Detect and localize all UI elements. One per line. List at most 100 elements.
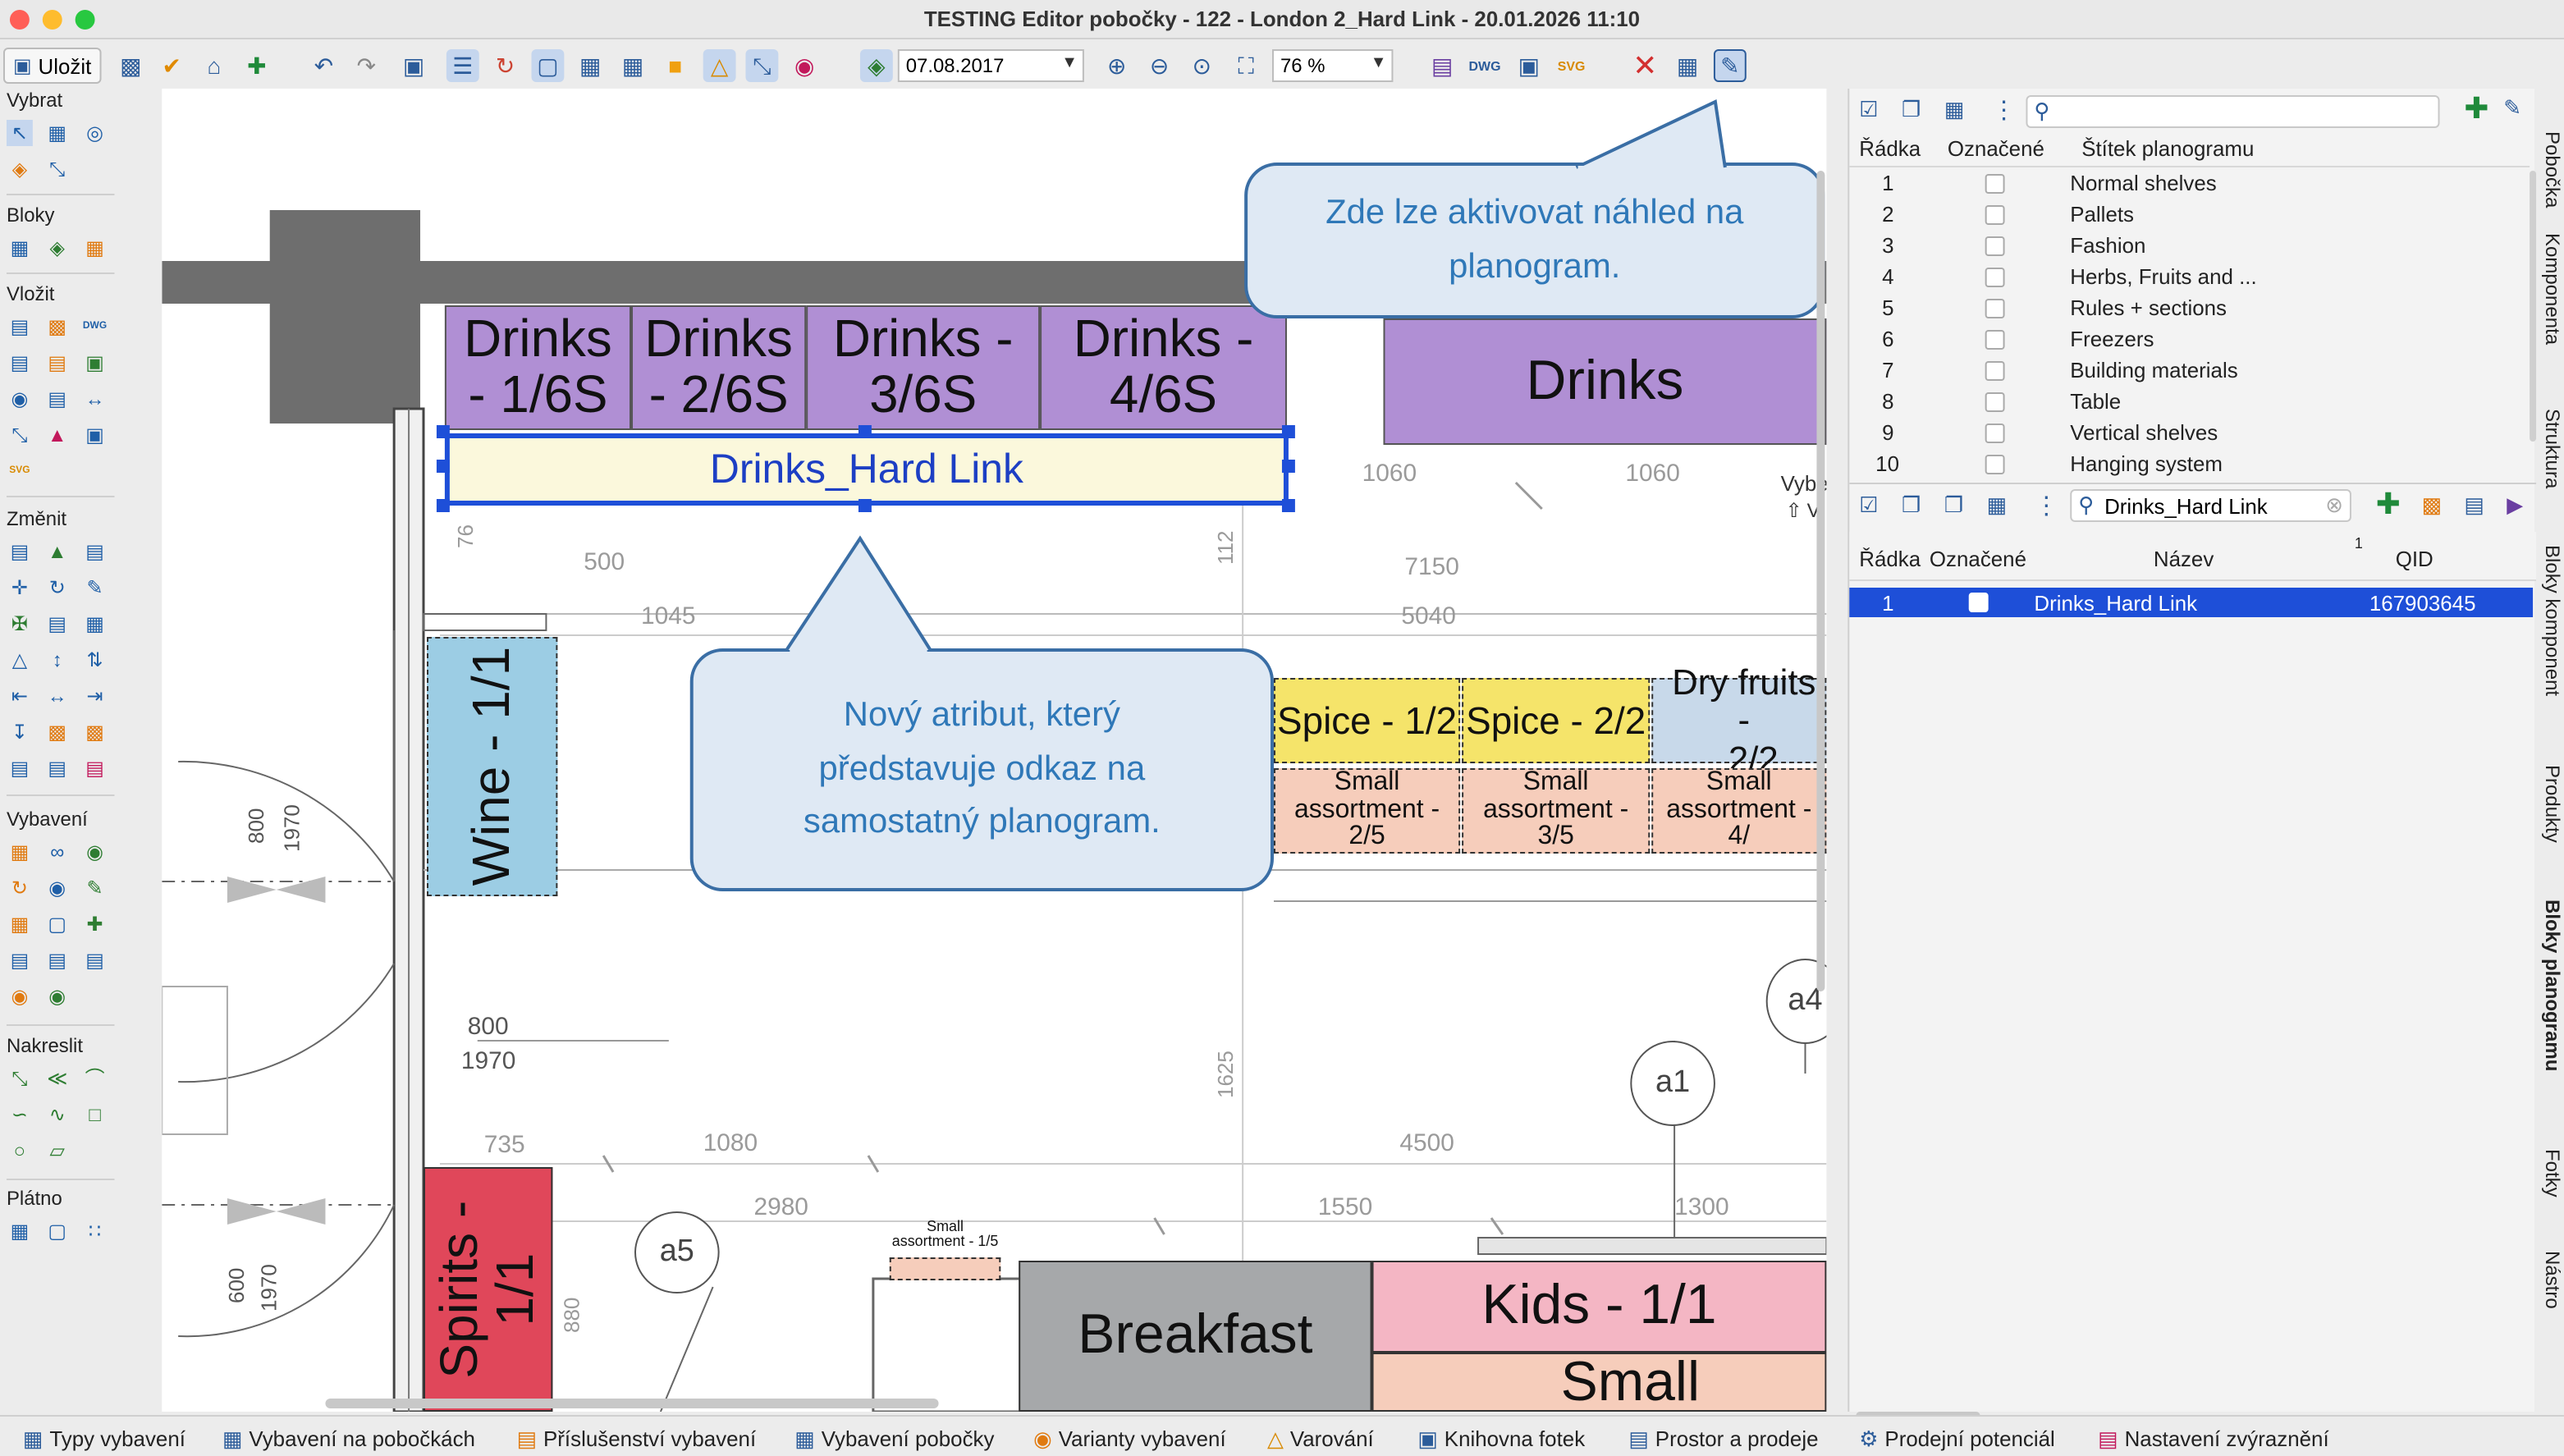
- block-layers-icon[interactable]: ◈: [44, 235, 71, 261]
- undo-icon[interactable]: ↶: [308, 49, 341, 82]
- align-icon[interactable]: ▤: [44, 611, 71, 637]
- zoom-out-icon[interactable]: ⊖: [1143, 49, 1176, 82]
- resize-handle[interactable]: [436, 499, 450, 512]
- table-row[interactable]: 3 Fashion: [1849, 230, 2520, 261]
- order-icon[interactable]: ▤: [7, 755, 33, 781]
- select-area-icon[interactable]: ▦: [1671, 49, 1704, 82]
- small-assortment-block-3[interactable]: Small assortment - 3/5: [1462, 768, 1651, 854]
- modify-copy-icon[interactable]: ▤: [7, 538, 33, 565]
- select-arrow-icon[interactable]: ↖: [6, 120, 33, 146]
- select-target-icon[interactable]: ◎: [82, 120, 108, 146]
- block-icon[interactable]: ▦: [7, 235, 33, 261]
- tab-equipment-variants[interactable]: ◉ Varianty vybavení: [1033, 1426, 1226, 1453]
- spice-block-2[interactable]: Spice - 2/2: [1462, 678, 1651, 763]
- insert-camera-icon[interactable]: ◉: [7, 386, 33, 412]
- row-checkbox[interactable]: [1968, 593, 1989, 612]
- insert-dimension-icon[interactable]: ↔: [82, 386, 108, 412]
- chart-icon[interactable]: ▤: [1426, 49, 1458, 82]
- duplicate-icon[interactable]: ❐: [1944, 492, 1963, 519]
- drinks-block-big[interactable]: Drinks: [1383, 318, 1827, 445]
- dry-fruits-block[interactable]: Dry fruits - 2/2: [1651, 664, 1827, 777]
- draw-arc-icon[interactable]: ⌒: [82, 1065, 108, 1092]
- tab-structure[interactable]: Struktura: [2541, 409, 2564, 488]
- insert-dwg-icon[interactable]: DWG: [82, 314, 108, 340]
- equipment-copy-icon[interactable]: ▤: [44, 947, 71, 973]
- draw-curve-icon[interactable]: ∽: [7, 1101, 33, 1128]
- equipment-people-icon[interactable]: ◉: [7, 983, 33, 1010]
- branch-home-icon[interactable]: ⌂: [198, 49, 231, 82]
- open-block-icon[interactable]: ▶: [2507, 492, 2523, 519]
- fill-icon[interactable]: ■: [659, 49, 692, 82]
- column-marker-a5[interactable]: a5: [634, 1211, 720, 1293]
- rotate-icon[interactable]: ↻: [489, 49, 522, 82]
- svg-export-icon[interactable]: SVG: [1555, 49, 1588, 82]
- table-row[interactable]: 4 Herbs, Fruits and ...: [1849, 261, 2520, 292]
- tab-branch-equipment[interactable]: ▦ Vybavení na pobočkách: [222, 1426, 475, 1453]
- table-row[interactable]: 1 Normal shelves: [1849, 167, 2520, 199]
- tab-branch[interactable]: Pobočka: [2541, 131, 2564, 208]
- insert-svg-icon[interactable]: SVG: [7, 458, 33, 484]
- column-header[interactable]: Označené: [1930, 547, 2026, 571]
- table-row[interactable]: 5 Rules + sections: [1849, 292, 2520, 323]
- tab-component[interactable]: Komponenta: [2541, 233, 2564, 345]
- spirits-block[interactable]: Spirits - 1/1: [424, 1167, 553, 1412]
- order-back-icon[interactable]: ▤: [44, 755, 71, 781]
- row-checkbox[interactable]: [1985, 330, 2005, 350]
- modify-paint-icon[interactable]: ▲: [44, 538, 71, 565]
- more-options-icon[interactable]: ⋮: [2034, 491, 2058, 520]
- table-row[interactable]: 10 Hanging system: [1849, 448, 2520, 479]
- tab-equipment-accessories[interactable]: ▤ Příslušenství vybavení: [517, 1426, 757, 1453]
- hard-link-block[interactable]: Drinks_Hard Link: [444, 433, 1289, 506]
- select-link-icon[interactable]: ⤡: [44, 156, 71, 182]
- canvas-frame-icon[interactable]: ▢: [44, 1218, 71, 1244]
- equipment-export-icon[interactable]: ▤: [82, 947, 108, 973]
- equipment-plus-icon[interactable]: ✚: [82, 911, 108, 937]
- tab-planogram-blocks[interactable]: Bloky planogramu: [2541, 900, 2564, 1071]
- layers-icon[interactable]: ◈: [859, 49, 893, 82]
- small-assortment-block-4[interactable]: Small assortment - 4/: [1651, 768, 1827, 854]
- order-front-icon[interactable]: ▤: [82, 755, 108, 781]
- row-checkbox[interactable]: [1985, 268, 2005, 287]
- resize-handle[interactable]: [436, 425, 450, 438]
- ungroup-icon[interactable]: ▩: [82, 719, 108, 745]
- select-all-icon[interactable]: ☑: [1859, 492, 1878, 519]
- drinks-block-1[interactable]: Drinks - 1/6S: [444, 305, 632, 430]
- tab-photos[interactable]: Fotky: [2541, 1149, 2564, 1197]
- snap-icon[interactable]: ⤡: [745, 49, 779, 82]
- table-row[interactable]: 7 Building materials: [1849, 355, 2520, 386]
- block-group-icon[interactable]: ▦: [82, 235, 108, 261]
- row-checkbox[interactable]: [1985, 205, 2005, 225]
- row-checkbox[interactable]: [1985, 455, 2005, 474]
- canvas-grid-icon[interactable]: ∷: [82, 1218, 108, 1244]
- tab-space-and-sales[interactable]: ▤ Prostor a prodeje: [1628, 1426, 1818, 1453]
- tab-products[interactable]: Produkty: [2541, 765, 2564, 843]
- resize-handle[interactable]: [1281, 499, 1295, 512]
- insert-shelf-icon[interactable]: ▤: [7, 314, 33, 340]
- close-icon[interactable]: ✕: [1628, 48, 1661, 82]
- stretch-icon[interactable]: ⇅: [82, 647, 108, 673]
- redo-icon[interactable]: ↷: [350, 49, 382, 82]
- equipment-shelf-icon[interactable]: ▦: [7, 911, 33, 937]
- camera-icon[interactable]: ◉: [788, 49, 821, 82]
- blocks-search-input[interactable]: ⚲ Drinks_Hard Link ⊗: [2070, 489, 2351, 522]
- equipment-network-icon[interactable]: ◉: [44, 875, 71, 901]
- grid-select-icon[interactable]: ▦: [574, 49, 607, 82]
- select-all-icon[interactable]: ☑: [1859, 97, 1878, 123]
- column-header[interactable]: Řádka: [1859, 547, 1921, 571]
- column-header[interactable]: Řádka: [1859, 136, 1921, 161]
- resize-handle[interactable]: [1281, 460, 1295, 473]
- rotate-tool-icon[interactable]: ↻: [44, 575, 71, 601]
- grid-icon[interactable]: ▦: [616, 49, 649, 82]
- modify-edit-icon[interactable]: ✎: [82, 575, 108, 601]
- equipment-rotate-icon[interactable]: ↻: [7, 875, 33, 901]
- check-icon[interactable]: ✔: [155, 49, 188, 82]
- dwg-export-icon[interactable]: DWG: [1468, 49, 1501, 82]
- vertical-scrollbar[interactable]: [1816, 171, 1825, 991]
- add-block-icon[interactable]: ✚: [2376, 488, 2401, 522]
- labels-scrollbar[interactable]: [2530, 171, 2537, 442]
- small-assortment-block-2[interactable]: Small assortment - 2/5: [1274, 768, 1461, 854]
- tab-store-equipment[interactable]: ▦ Vybavení pobočky: [794, 1426, 994, 1453]
- insert-image-icon[interactable]: ▣: [82, 422, 108, 448]
- zoom-in-icon[interactable]: ⊕: [1101, 49, 1133, 82]
- move-icon[interactable]: ✛: [7, 575, 33, 601]
